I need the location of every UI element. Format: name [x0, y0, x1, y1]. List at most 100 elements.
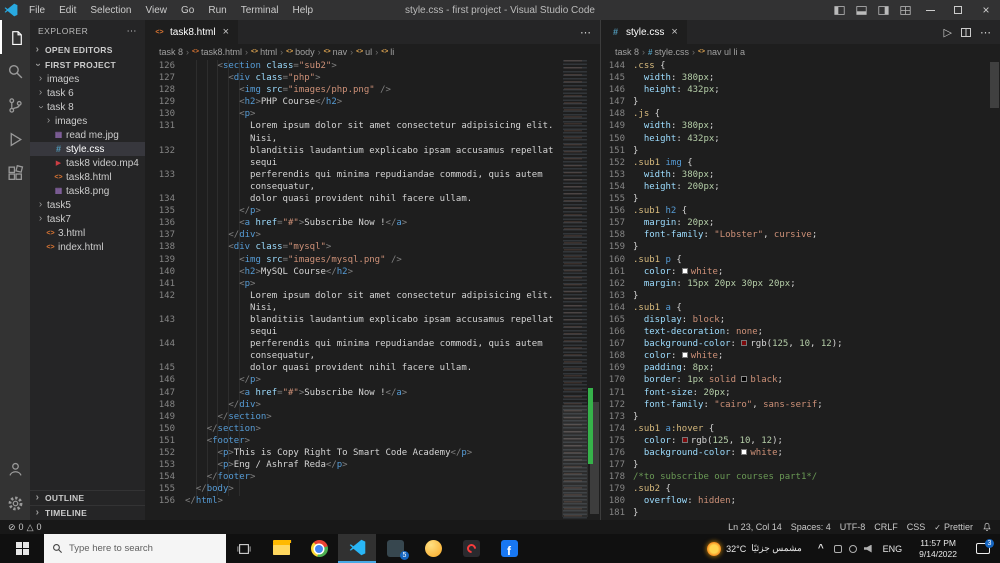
minimize-button[interactable]: [916, 0, 944, 20]
tree-item-task5[interactable]: › task5: [30, 198, 145, 212]
language-indicator[interactable]: ENG: [879, 544, 907, 554]
breadcrumb-item-ul[interactable]: <> ul: [356, 47, 372, 57]
tree-item-task7[interactable]: › task7: [30, 212, 145, 226]
breadcrumb-item-li[interactable]: <> li: [381, 47, 394, 57]
minimap[interactable]: [562, 60, 588, 520]
editor-style-css: 144 .css {145 width: 380px; 146 height: 43…: [601, 60, 1000, 520]
code-token: :: [670, 121, 682, 132]
app-icon-with-badge[interactable]: 5: [376, 534, 414, 563]
more-actions-icon[interactable]: ⋯: [980, 26, 991, 39]
tray-app-icon[interactable]: [833, 544, 842, 553]
breadcrumb-item-task-8[interactable]: task 8: [159, 47, 183, 57]
maximize-button[interactable]: [944, 0, 972, 20]
chrome-icon[interactable]: [300, 534, 338, 563]
breadcrumb-item-html[interactable]: <> html: [251, 47, 277, 57]
extensions-icon[interactable]: [0, 156, 30, 190]
search-input[interactable]: [69, 543, 199, 554]
toggle-sidebar-icon[interactable]: [828, 0, 850, 20]
tab-style-css[interactable]: # style.css ×: [601, 20, 688, 44]
status-crlf[interactable]: CRLF: [874, 522, 898, 532]
menu-help[interactable]: Help: [286, 5, 321, 16]
scrollbar-vertical[interactable]: [588, 60, 600, 520]
search-icon[interactable]: [0, 54, 30, 88]
code-line: 150 height: 432px;: [601, 133, 989, 145]
facebook-icon[interactable]: f: [490, 534, 528, 563]
source-control-icon[interactable]: [0, 88, 30, 122]
scrollbar-vertical[interactable]: [989, 60, 1000, 520]
toggle-panel-icon[interactable]: [850, 0, 872, 20]
run-icon[interactable]: ▷: [944, 26, 952, 39]
menu-run[interactable]: Run: [201, 5, 233, 16]
outline-section[interactable]: › OUTLINE: [30, 490, 145, 505]
volume-icon[interactable]: [863, 544, 872, 553]
tree-item-task8-html[interactable]: <> task8.html: [30, 170, 145, 184]
tree-item-task-8[interactable]: › task 8: [30, 100, 145, 114]
code-token: />: [374, 85, 391, 96]
tree-item-task8-png[interactable]: ▦ task8.png: [30, 184, 145, 198]
menu-file[interactable]: File: [22, 5, 52, 16]
tree-item-images[interactable]: › images: [30, 72, 145, 86]
minimap-viewport[interactable]: [562, 405, 588, 517]
menu-terminal[interactable]: Terminal: [234, 5, 286, 16]
breadcrumb-item-nav[interactable]: <> nav: [324, 47, 348, 57]
project-section[interactable]: › FIRST PROJECT: [30, 57, 145, 72]
tree-item-task-6[interactable]: › task 6: [30, 86, 145, 100]
problems-indicator[interactable]: ⊘ 0 △ 0: [8, 522, 42, 533]
code-editor[interactable]: 126 <section class="sub2"> 127 <div class…: [145, 60, 562, 520]
task-view-icon[interactable]: [226, 534, 262, 563]
split-editor-icon[interactable]: [961, 27, 971, 37]
menu-view[interactable]: View: [139, 5, 175, 16]
tree-item-read-me-jpg[interactable]: ▦ read me.jpg: [30, 128, 145, 142]
scrollbar-thumb[interactable]: [990, 62, 999, 108]
menu-edit[interactable]: Edit: [52, 5, 83, 16]
app-icon-gold[interactable]: [414, 534, 452, 563]
vscode-taskbar-icon[interactable]: [338, 534, 376, 563]
tree-item-images[interactable]: › images: [30, 114, 145, 128]
taskbar-clock[interactable]: 11:57 PM 9/14/2022: [913, 538, 963, 559]
acrobat-icon[interactable]: [452, 534, 490, 563]
breadcrumb-item-style-css[interactable]: # style.css: [648, 47, 689, 57]
explorer-icon[interactable]: [0, 20, 30, 54]
open-editors-section[interactable]: › OPEN EDITORS: [30, 42, 145, 57]
file-explorer-icon[interactable]: [262, 534, 300, 563]
run-debug-icon[interactable]: [0, 122, 30, 156]
start-button[interactable]: [0, 534, 44, 563]
code-editor[interactable]: 144 .css {145 width: 380px; 146 height: 43…: [601, 60, 989, 520]
breadcrumb-item-task8-html[interactable]: <> task8.html: [192, 47, 242, 57]
tray-app-icon[interactable]: [848, 544, 857, 553]
taskbar-search[interactable]: [44, 534, 226, 563]
tree-item-task8-video-mp4[interactable]: ▶ task8 video.mp4: [30, 156, 145, 170]
settings-gear-icon[interactable]: [0, 486, 30, 520]
breadcrumb-item-nav-ul-li-a[interactable]: <> nav ul li a: [698, 47, 745, 57]
sidebar-more-actions-icon[interactable]: ⋯: [127, 26, 138, 37]
toggle-secondary-sidebar-icon[interactable]: [872, 0, 894, 20]
tree-item-3-html[interactable]: <> 3.html: [30, 226, 145, 240]
breadcrumb-item-body[interactable]: <> body: [286, 47, 315, 57]
action-center-icon[interactable]: 3: [976, 539, 994, 554]
status-css[interactable]: CSS: [907, 522, 926, 532]
code-token: Lorem ipsum dolor sit amet consectetur a…: [250, 290, 554, 301]
status-spaces-4[interactable]: Spaces: 4: [791, 522, 831, 532]
close-tab-icon[interactable]: ×: [671, 26, 677, 38]
breadcrumb-label: body: [295, 47, 315, 57]
menu-go[interactable]: Go: [174, 5, 201, 16]
close-tab-icon[interactable]: ×: [223, 26, 229, 38]
status-utf-8[interactable]: UTF-8: [840, 522, 866, 532]
account-icon[interactable]: [0, 452, 30, 486]
tab-task8-html[interactable]: <> task8.html ×: [145, 20, 240, 44]
hidden-icons-chevron[interactable]: ^: [815, 543, 827, 554]
status-ln-23-col-14[interactable]: Ln 23, Col 14: [728, 522, 782, 532]
tree-item-index-html[interactable]: <> index.html: [30, 240, 145, 254]
close-button[interactable]: ×: [972, 0, 1000, 20]
more-actions-icon[interactable]: ⋯: [580, 26, 591, 39]
menu-selection[interactable]: Selection: [83, 5, 138, 16]
timeline-section[interactable]: › TIMELINE: [30, 505, 145, 520]
breadcrumb-item-task-8[interactable]: task 8: [615, 47, 639, 57]
status-prettier[interactable]: ✓ Prettier: [934, 522, 973, 532]
customize-layout-icon[interactable]: [894, 0, 916, 20]
weather-widget[interactable]: 32°C مشمس جزئيًا: [701, 541, 808, 556]
notifications-bell-icon[interactable]: [982, 522, 992, 532]
code-token: {: [660, 484, 671, 495]
tree-item-style-css[interactable]: # style.css: [30, 142, 145, 156]
